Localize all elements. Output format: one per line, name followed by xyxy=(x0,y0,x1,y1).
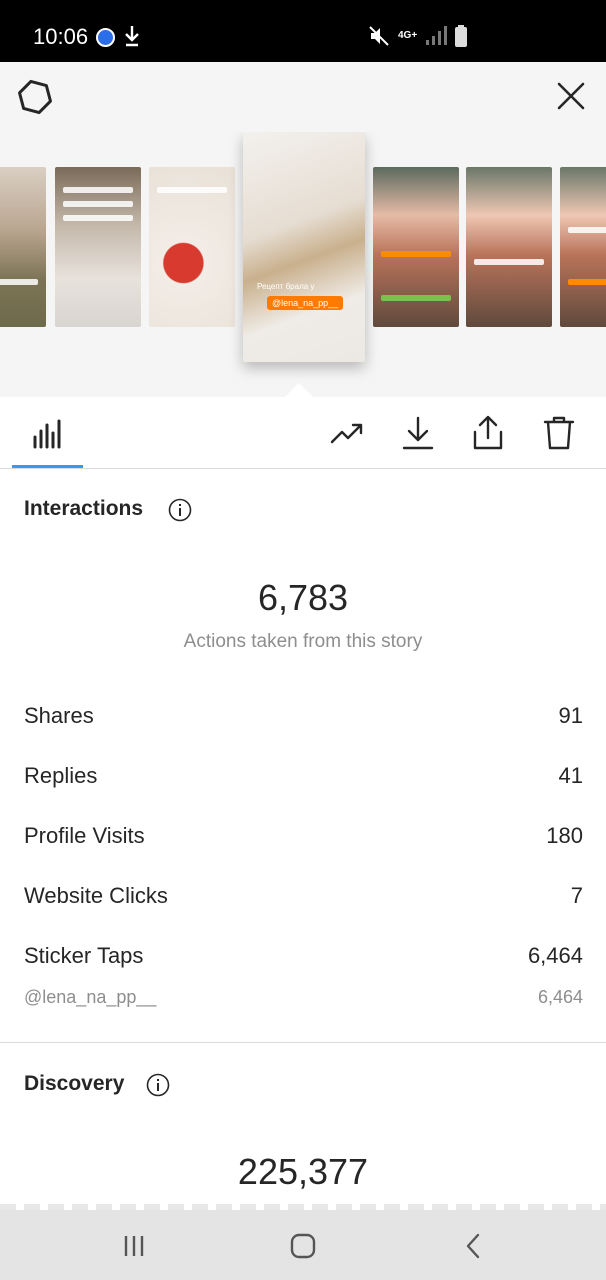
stat-label: Shares xyxy=(24,703,94,728)
story-thumbnail-3[interactable] xyxy=(149,167,235,327)
story-insights-header xyxy=(0,62,606,132)
section-divider xyxy=(0,1042,606,1043)
download-status-icon xyxy=(125,26,139,47)
discovery-title: Discovery xyxy=(24,1072,125,1095)
insights-bar-chart-icon[interactable] xyxy=(30,415,66,451)
home-icon[interactable] xyxy=(287,1230,319,1262)
info-icon[interactable] xyxy=(146,1073,170,1097)
back-icon[interactable] xyxy=(458,1230,490,1262)
story-toolbar xyxy=(0,397,606,469)
discovery-total: 225,377 xyxy=(237,1151,369,1192)
stat-value: 6,464 xyxy=(527,943,583,968)
system-nav-bar xyxy=(0,1210,606,1280)
stat-value: 180 xyxy=(546,823,583,848)
story-thumbnail-1[interactable] xyxy=(0,167,46,327)
delete-icon[interactable] xyxy=(541,415,577,451)
story-thumbnail-strip[interactable]: Рецепт брала у @lena_na_pp__ xyxy=(0,132,606,397)
signal-icon xyxy=(426,26,448,45)
stat-label: Profile Visits xyxy=(24,823,145,848)
messenger-icon xyxy=(96,28,115,47)
recent-apps-icon[interactable] xyxy=(118,1230,150,1262)
promote-trend-icon[interactable] xyxy=(329,415,365,451)
stat-sublabel: @lena_na_pp__ xyxy=(24,987,157,1007)
status-right-icons: 4G+ xyxy=(368,22,468,50)
story-thumbnail-active[interactable]: Рецепт брала у @lena_na_pp__ xyxy=(243,132,365,362)
stat-row-website-clicks: Website Clicks 7 xyxy=(24,883,583,913)
story-caption: Рецепт брала у xyxy=(257,282,315,291)
interactions-title: Interactions xyxy=(24,497,144,520)
stat-label: Website Clicks xyxy=(24,883,168,908)
info-icon[interactable] xyxy=(168,498,192,522)
story-mention-sticker: @lena_na_pp__ xyxy=(267,296,344,310)
interactions-caption: Actions taken from this story xyxy=(183,631,423,652)
interactions-total: 6,783 xyxy=(257,577,349,618)
story-thumbnail-7[interactable] xyxy=(560,167,606,327)
stat-row-replies: Replies 41 xyxy=(24,763,583,793)
story-thumbnail-2[interactable] xyxy=(55,167,141,327)
mute-icon xyxy=(369,26,389,46)
close-icon[interactable] xyxy=(555,80,587,112)
story-thumbnail-6[interactable] xyxy=(466,167,552,327)
gear-icon[interactable] xyxy=(16,78,54,116)
stat-label: Sticker Taps xyxy=(24,943,144,968)
stat-row-profile-visits: Profile Visits 180 xyxy=(24,823,583,853)
stat-row-shares: Shares 91 xyxy=(24,703,583,733)
active-tab-indicator xyxy=(12,465,83,468)
stat-subvalue: 6,464 xyxy=(537,987,583,1007)
network-type: 4G+ xyxy=(398,30,418,41)
stat-row-sticker-taps: Sticker Taps 6,464 xyxy=(24,943,583,973)
status-bar: 10:06 4G+ xyxy=(0,0,606,62)
stat-label: Replies xyxy=(24,763,98,788)
status-time: 10:06 xyxy=(33,24,89,49)
stat-value: 7 xyxy=(570,883,583,908)
battery-icon xyxy=(455,25,468,47)
download-icon[interactable] xyxy=(400,415,436,451)
stat-row-sticker-mention: @lena_na_pp__ 6,464 xyxy=(24,987,583,1017)
stat-value: 91 xyxy=(558,703,583,728)
share-icon[interactable] xyxy=(470,415,506,451)
story-thumbnail-5[interactable] xyxy=(373,167,459,327)
stat-value: 41 xyxy=(558,763,583,788)
